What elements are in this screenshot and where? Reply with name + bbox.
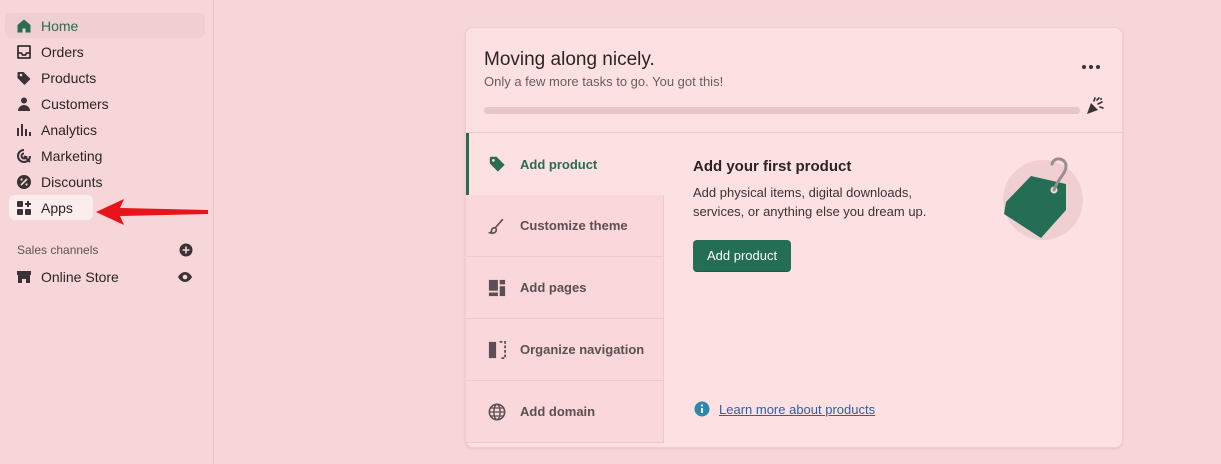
sidebar-item-label: Marketing xyxy=(41,147,103,164)
task-organize-navigation[interactable]: Organize navigation xyxy=(466,319,664,381)
bar-chart-icon xyxy=(16,122,32,138)
sidebar-item-label: Home xyxy=(41,17,79,34)
sidebar-item-label: Orders xyxy=(41,43,84,60)
person-icon xyxy=(16,96,32,112)
tag-icon xyxy=(16,70,32,86)
apps-grid-icon xyxy=(16,200,32,216)
sidebar-item-marketing[interactable]: Marketing xyxy=(5,143,205,168)
task-label: Add domain xyxy=(520,404,596,419)
pages-icon xyxy=(487,278,507,298)
sidebar-item-online-store[interactable]: Online Store xyxy=(5,264,205,289)
sidebar-item-label: Apps xyxy=(41,199,73,216)
annotation-arrow xyxy=(96,199,208,225)
sidebar: Home Orders Products Customers Analytics… xyxy=(0,0,214,464)
setup-guide-subtitle: Only a few more tasks to go. You got thi… xyxy=(484,74,724,89)
sidebar-item-products[interactable]: Products xyxy=(5,65,205,90)
task-add-pages[interactable]: Add pages xyxy=(466,257,664,319)
task-add-product[interactable]: Add product xyxy=(466,133,664,195)
sidebar-item-orders[interactable]: Orders xyxy=(5,39,205,64)
sidebar-item-label: Discounts xyxy=(41,173,103,190)
sidebar-item-label: Online Store xyxy=(41,268,119,285)
task-label: Organize navigation xyxy=(520,342,645,357)
sidebar-item-analytics[interactable]: Analytics xyxy=(5,117,205,142)
learn-more-products-link[interactable]: Learn more about products xyxy=(719,402,875,417)
setup-guide-title: Moving along nicely. xyxy=(484,49,655,70)
globe-icon xyxy=(487,402,507,422)
sales-channels-title: Sales channels xyxy=(17,243,99,257)
setup-guide-header: Moving along nicely. Only a few more tas… xyxy=(466,28,1122,133)
setup-task-list: Add product Customize theme Add pages Or… xyxy=(466,133,664,443)
sidebar-item-label: Analytics xyxy=(41,121,98,138)
setup-progress-bar xyxy=(484,107,1080,114)
store-icon xyxy=(16,269,32,285)
sidebar-item-label: Products xyxy=(41,69,97,86)
sidebar-item-label: Customers xyxy=(41,95,109,112)
task-label: Add pages xyxy=(520,280,587,295)
sidebar-item-home[interactable]: Home xyxy=(5,13,205,38)
sidebar-item-customers[interactable]: Customers xyxy=(5,91,205,116)
task-label: Add product xyxy=(520,156,598,172)
sales-channels-header: Sales channels xyxy=(17,242,193,258)
sidebar-item-apps[interactable]: Apps xyxy=(9,195,93,220)
brush-icon xyxy=(487,216,507,236)
product-tag-illustration-icon xyxy=(1003,157,1083,240)
sidebar-item-discounts[interactable]: Discounts xyxy=(5,169,205,194)
task-add-domain[interactable]: Add domain xyxy=(466,381,664,443)
inbox-icon xyxy=(16,44,32,60)
info-icon xyxy=(694,401,710,417)
home-icon xyxy=(16,18,32,34)
task-customize-theme[interactable]: Customize theme xyxy=(466,195,664,257)
more-options-icon[interactable] xyxy=(1082,60,1100,74)
view-online-store-eye-icon[interactable] xyxy=(177,269,193,285)
tag-icon xyxy=(487,154,507,174)
setup-guide-card: Moving along nicely. Only a few more tas… xyxy=(465,27,1123,448)
add-sales-channel-icon[interactable] xyxy=(179,243,193,257)
task-label: Customize theme xyxy=(520,218,628,233)
learn-more-row: Learn more about products xyxy=(694,401,875,417)
party-popper-icon xyxy=(1087,97,1104,114)
add-product-button[interactable]: Add product xyxy=(693,240,792,272)
navigation-icon xyxy=(487,340,507,360)
target-icon xyxy=(16,148,32,164)
task-detail-description: Add physical items, digital downloads, s… xyxy=(693,185,927,219)
percent-icon xyxy=(16,174,32,190)
